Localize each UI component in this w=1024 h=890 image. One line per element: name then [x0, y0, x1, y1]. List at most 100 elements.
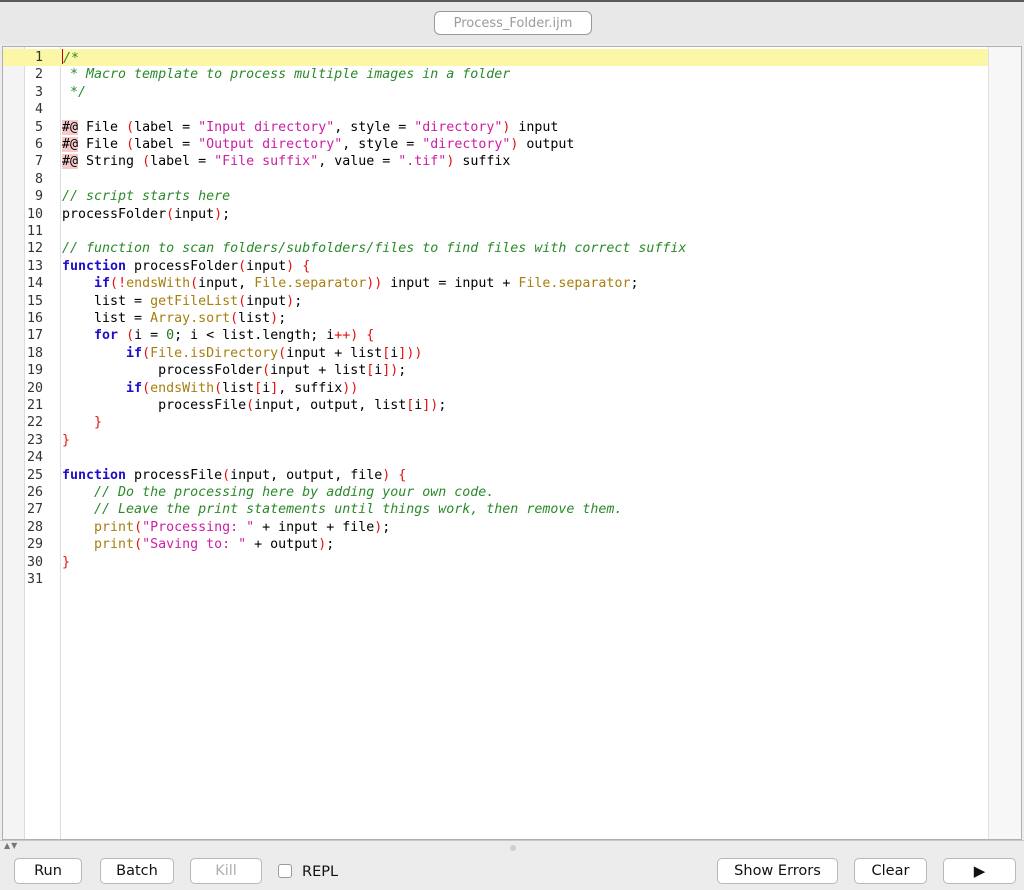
code-text[interactable]: if(endsWith(list[i], suffix)): [62, 380, 358, 397]
code-line[interactable]: 19 processFolder(input + list[i]);: [3, 362, 993, 379]
code-text[interactable]: * Macro template to process multiple ima…: [62, 66, 510, 83]
run-button[interactable]: Run: [14, 858, 82, 884]
code-token: ): [286, 258, 295, 274]
code-token: Array.sort: [150, 311, 231, 326]
code-token: "File suffix": [214, 154, 319, 170]
code-line[interactable]: 23}: [3, 432, 993, 449]
code-line[interactable]: 9 // script starts here: [3, 188, 993, 205]
code-line[interactable]: 16 list = Array.sort(list);: [3, 310, 993, 327]
code-text[interactable]: #@ File (label = "Output directory", sty…: [62, 136, 574, 153]
code-line[interactable]: 5 #@ File (label = "Input directory", sty…: [3, 119, 993, 136]
code-text[interactable]: list = Array.sort(list);: [62, 310, 286, 327]
code-token: getFileList: [150, 293, 239, 309]
code-line[interactable]: 3 */: [3, 84, 993, 101]
code-text[interactable]: #@ String (label = "File suffix", value …: [62, 153, 510, 170]
code-token: for: [94, 328, 119, 344]
code-text[interactable]: print("Saving to: " + output);: [62, 536, 334, 553]
code-line[interactable]: 25 function processFile(input, output, fi…: [3, 467, 993, 484]
code-line[interactable]: 28 print("Processing: " + input + file);: [3, 519, 993, 536]
code-line[interactable]: 15 list = getFileList(input);: [3, 293, 993, 310]
code-token: input, output, file: [230, 467, 383, 483]
code-text[interactable]: for (i = 0; i < list.length; i++) {: [62, 327, 374, 344]
code-token: ;: [630, 276, 639, 292]
code-text[interactable]: }: [62, 414, 102, 431]
repl-checkbox[interactable]: [278, 864, 292, 878]
code-line[interactable]: 30}: [3, 554, 993, 571]
code-line[interactable]: 1 /*: [3, 49, 993, 67]
scroll-thumb[interactable]: [510, 845, 516, 851]
show-errors-button[interactable]: Show Errors: [717, 858, 838, 884]
code-token: processFolder: [126, 258, 239, 274]
code-text[interactable]: function processFile(input, output, file…: [62, 467, 406, 484]
code-line[interactable]: 26 // Do the processing here by adding y…: [3, 484, 993, 501]
code-line[interactable]: 14 if(!endsWith(input, File.separator)) …: [3, 275, 993, 292]
vertical-scrollbar[interactable]: [988, 47, 1021, 839]
code-token: i =: [134, 328, 167, 344]
code-text[interactable]: }: [62, 432, 70, 449]
code-line[interactable]: 4: [3, 101, 993, 118]
run-play-button[interactable]: ▶: [943, 858, 1016, 884]
code-text[interactable]: processFile(input, output, list[i]);: [62, 397, 446, 414]
scroll-arrows-icon[interactable]: ▲▼: [4, 841, 18, 850]
code-text[interactable]: */: [62, 84, 86, 101]
code-token: input: [174, 206, 215, 222]
code-line[interactable]: 21 processFile(input, output, list[i]);: [3, 397, 993, 414]
code-token: list: [222, 380, 255, 396]
code-token: label =: [150, 154, 215, 170]
code-text[interactable]: processFolder(input);: [62, 206, 230, 223]
code-line[interactable]: 31: [3, 571, 993, 588]
line-number: 3: [34, 84, 43, 100]
code-line[interactable]: 27 // Leave the print statements until t…: [3, 501, 993, 518]
kill-button[interactable]: Kill: [190, 858, 262, 884]
code-token: , style =: [342, 137, 423, 152]
code-text[interactable]: #@ File (label = "Input directory", styl…: [62, 119, 558, 136]
code-token: (: [238, 258, 247, 274]
code-token: // function to scan folders/subfolders/f…: [62, 241, 687, 257]
horizontal-scrollbar[interactable]: ▲▼: [0, 840, 1024, 854]
batch-button[interactable]: Batch: [100, 858, 174, 884]
code-text[interactable]: processFolder(input + list[i]);: [62, 362, 406, 379]
code-editor[interactable]: 1/* 2 * Macro template to process multipl…: [2, 46, 1022, 840]
code-token: i: [262, 380, 271, 396]
code-text[interactable]: if(File.isDirectory(input + list[i])): [62, 345, 422, 362]
code-line[interactable]: 2 * Macro template to process multiple i…: [3, 66, 993, 83]
code-token: String: [78, 154, 143, 170]
code-line[interactable]: 13 function processFolder(input) {: [3, 258, 993, 275]
code-line[interactable]: 10 processFolder(input);: [3, 206, 993, 223]
line-number: 11: [26, 224, 43, 239]
code-text[interactable]: function processFolder(input) {: [62, 258, 310, 275]
code-line[interactable]: 6 #@ File (label = "Output directory", st…: [3, 136, 993, 153]
code-text[interactable]: list = getFileList(input);: [62, 293, 302, 310]
repl-label: REPL: [302, 864, 339, 880]
code-text[interactable]: // function to scan folders/subfolders/f…: [62, 240, 686, 257]
code-token: )): [366, 276, 383, 292]
code-line[interactable]: 12 // function to scan folders/subfolders…: [3, 240, 993, 257]
code-token: File: [78, 119, 127, 135]
code-text[interactable]: // script starts here: [62, 188, 230, 205]
code-token: [: [254, 380, 263, 396]
code-text[interactable]: }: [62, 554, 70, 571]
code-token: processFile: [126, 467, 223, 483]
code-token: endsWith: [126, 276, 191, 292]
code-line[interactable]: 22 }: [3, 414, 993, 431]
code-line[interactable]: 8: [3, 171, 993, 188]
code-line[interactable]: 7 #@ String (label = "File suffix", value…: [3, 153, 993, 170]
code-line[interactable]: 24: [3, 449, 993, 466]
code-token: 0: [166, 328, 175, 344]
line-number: 18: [26, 345, 43, 361]
code-line[interactable]: 17 for (i = 0; i < list.length; i++) {: [3, 327, 993, 344]
code-token: suffix: [454, 154, 511, 170]
code-line[interactable]: 11: [3, 223, 993, 240]
code-text[interactable]: /*: [62, 49, 79, 67]
code-text[interactable]: if(!endsWith(input, File.separator)) inp…: [62, 275, 638, 292]
line-number: 15: [26, 293, 43, 309]
clear-button[interactable]: Clear: [854, 858, 927, 884]
code-text[interactable]: // Leave the print statements until thin…: [62, 501, 622, 518]
window-titlebar: Process_Folder.ijm: [0, 0, 1024, 44]
code-text[interactable]: print("Processing: " + input + file);: [62, 519, 390, 536]
code-line[interactable]: 20 if(endsWith(list[i], suffix)): [3, 380, 993, 397]
code-token: (: [142, 154, 151, 170]
code-line[interactable]: 29 print("Saving to: " + output);: [3, 536, 993, 553]
code-text[interactable]: // Do the processing here by adding your…: [62, 484, 494, 501]
code-line[interactable]: 18 if(File.isDirectory(input + list[i])): [3, 345, 993, 362]
